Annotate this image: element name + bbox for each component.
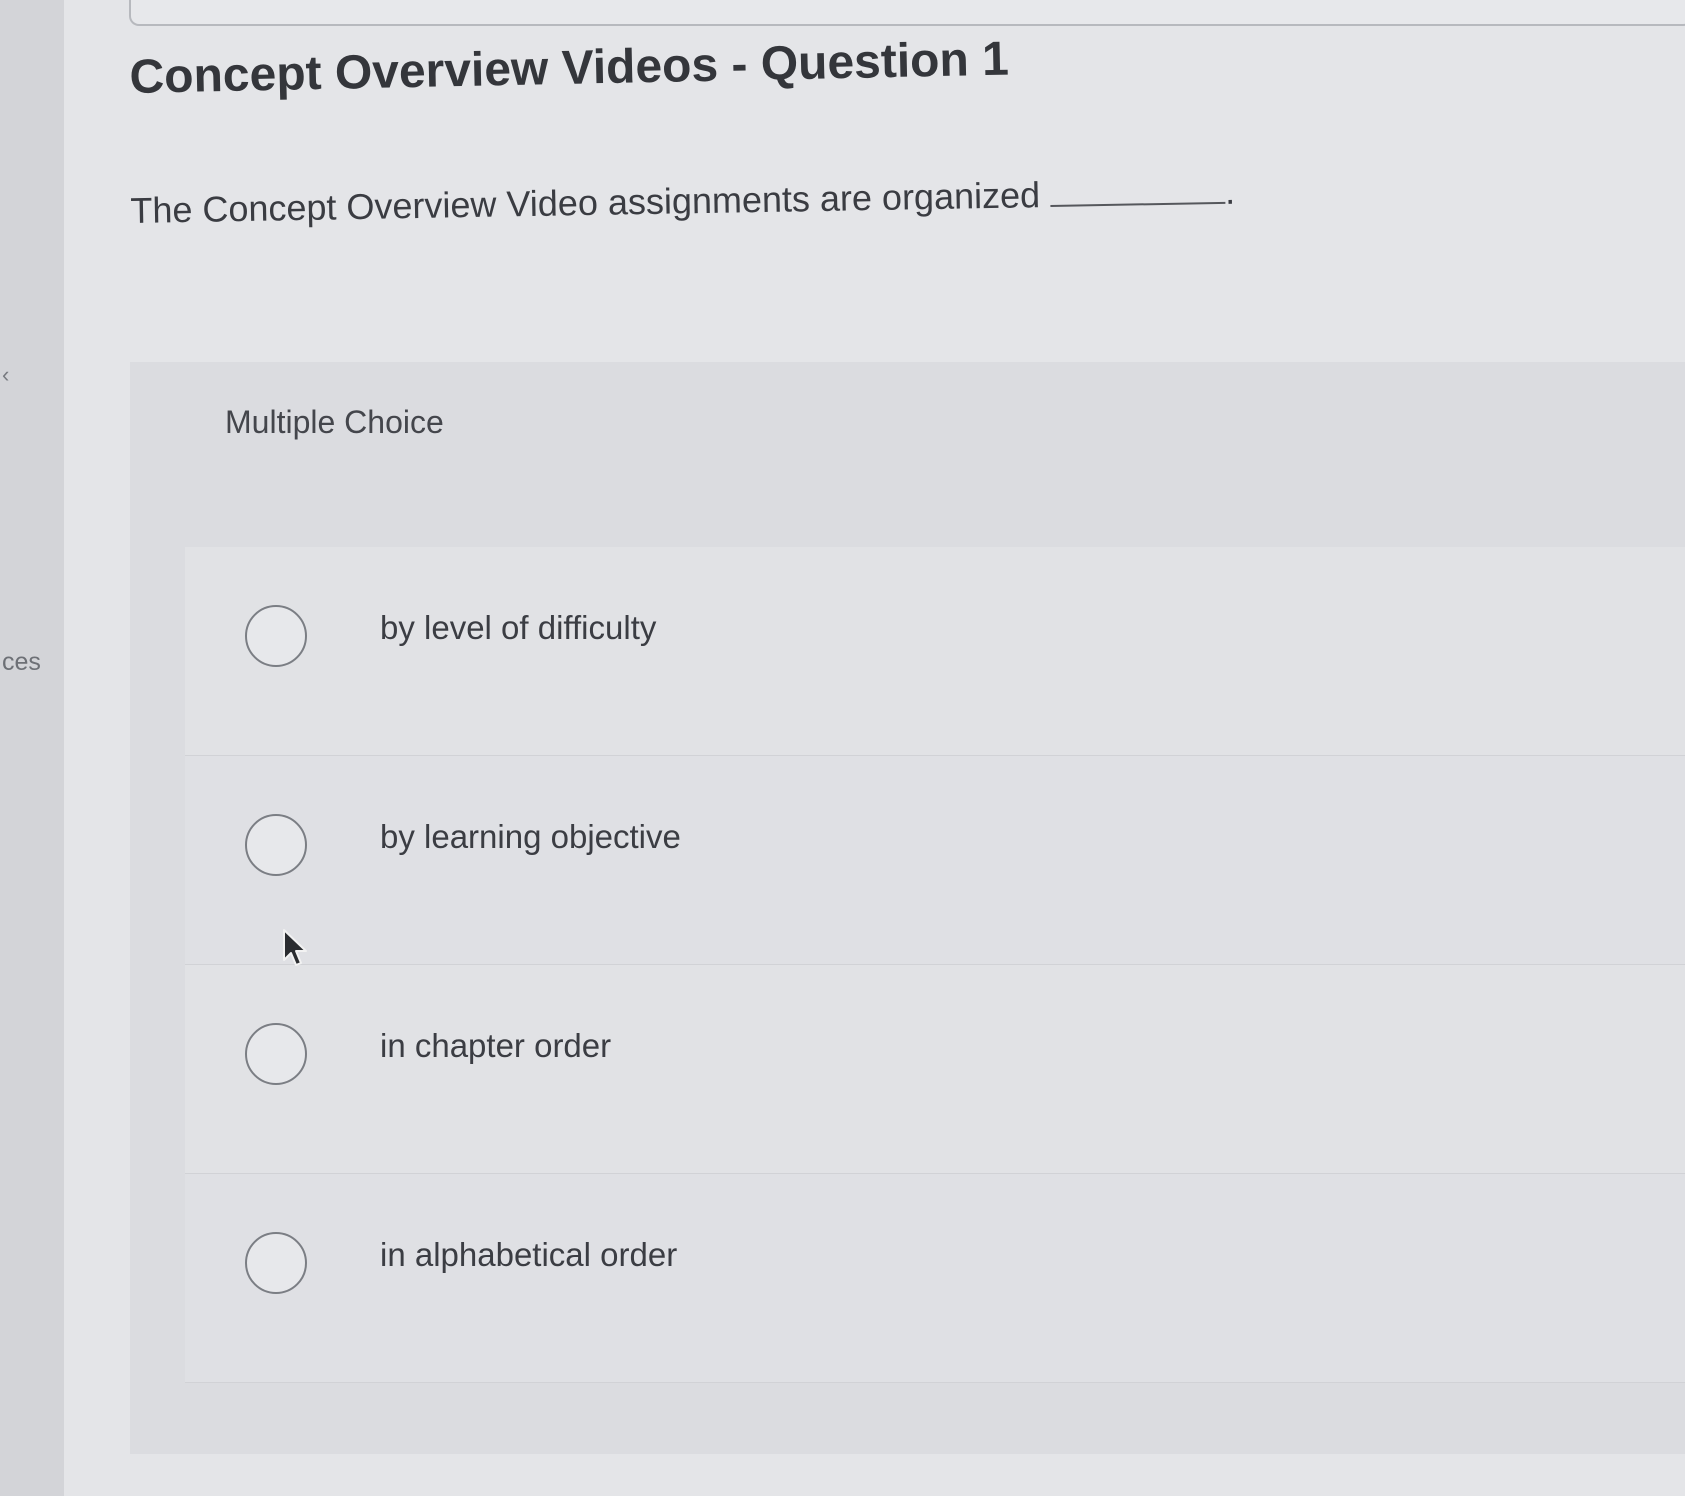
radio-empty-icon[interactable] xyxy=(245,814,307,876)
answer-options: by level of difficulty by learning objec… xyxy=(185,547,1685,1383)
answer-option[interactable]: by level of difficulty xyxy=(185,547,1685,756)
radio-empty-icon[interactable] xyxy=(245,1232,307,1294)
question-prompt: The Concept Overview Video assignments a… xyxy=(130,171,1235,232)
radio-empty-icon[interactable] xyxy=(245,1023,307,1085)
answer-option[interactable]: in alphabetical order xyxy=(185,1174,1685,1383)
answer-option[interactable]: in chapter order xyxy=(185,965,1685,1174)
sidebar-partial-label[interactable]: ces xyxy=(2,648,41,677)
question-prompt-end: . xyxy=(1224,170,1236,212)
question-page: Concept Overview Videos - Question 1 The… xyxy=(64,0,1685,1496)
question-prompt-text: The Concept Overview Video assignments a… xyxy=(130,174,1041,231)
fill-in-blank xyxy=(1050,201,1226,207)
question-type-label: Multiple Choice xyxy=(225,404,444,440)
answer-option-label[interactable]: in alphabetical order xyxy=(380,1236,677,1274)
answer-option-label[interactable]: in chapter order xyxy=(380,1027,611,1065)
answer-option-label[interactable]: by learning objective xyxy=(380,818,681,856)
chevron-left-icon[interactable]: ‹ xyxy=(2,362,9,388)
answer-option-label[interactable]: by level of difficulty xyxy=(380,609,656,647)
left-sidebar: ‹ ces xyxy=(0,0,65,1496)
page-title: Concept Overview Videos - Question 1 xyxy=(129,32,1010,104)
mouse-pointer-icon xyxy=(283,929,307,966)
radio-empty-icon[interactable] xyxy=(245,605,307,667)
top-card-edge xyxy=(129,0,1685,26)
answer-option[interactable]: by learning objective xyxy=(185,756,1685,965)
multiple-choice-panel: Multiple Choice by level of difficulty b… xyxy=(130,362,1685,1454)
